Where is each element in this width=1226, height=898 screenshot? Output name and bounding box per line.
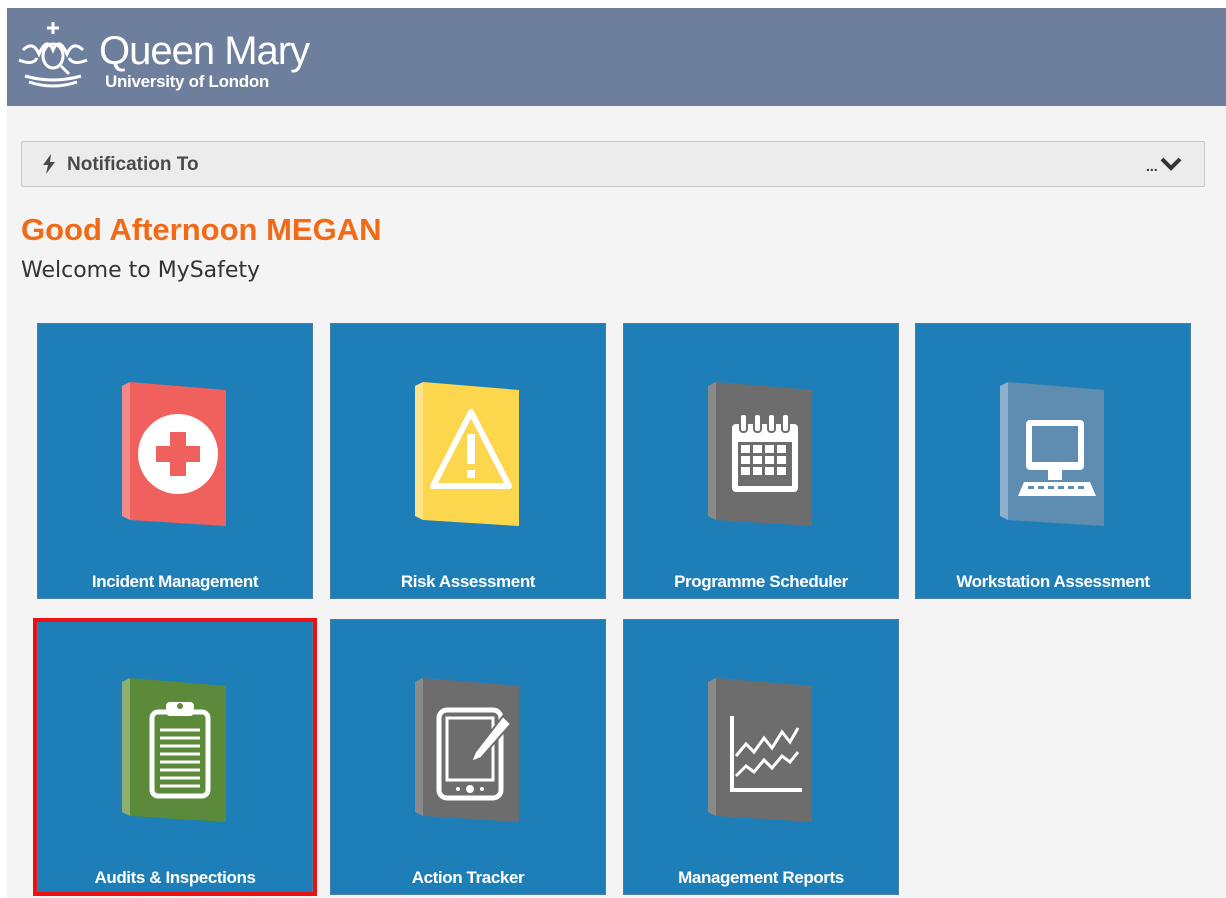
logo-name: Queen Mary [99,29,310,73]
notification-fade [202,148,302,182]
tile-incident-management[interactable]: Incident Management [37,323,313,599]
crown-icon [18,22,88,88]
tablet-pen-icon [415,678,519,822]
tile-label: Workstation Assessment [956,572,1150,591]
tile-label: Action Tracker [411,868,525,887]
main-content: Notification To ... Good Afternoon MEGAN… [7,106,1226,898]
app-header: Queen Mary University of London [7,8,1226,106]
line-chart-icon [708,678,812,822]
welcome-text: Welcome to MySafety [21,258,261,283]
tile-risk-assessment[interactable]: Risk Assessment [330,323,606,599]
tile-label: Risk Assessment [400,572,536,591]
calendar-icon [708,382,812,526]
tile-audits-inspections[interactable]: Audits & Inspections [37,619,313,895]
logo-subtitle: University of London [105,72,270,91]
tile-programme-scheduler[interactable]: Programme Scheduler [623,323,899,599]
chevron-down-icon [1160,157,1182,171]
first-aid-icon [122,382,226,526]
warning-icon [415,382,519,526]
notification-title: Notification To [67,154,199,175]
qmul-logo[interactable]: Queen Mary University of London [13,16,313,102]
computer-icon [1000,382,1104,526]
notification-toggle[interactable]: ... [1146,154,1186,176]
bolt-icon [42,154,56,179]
tile-label: Programme Scheduler [674,572,848,591]
tile-label: Audits & Inspections [94,868,256,887]
tile-workstation-assessment[interactable]: Workstation Assessment [915,323,1191,599]
tile-label: Management Reports [678,868,844,887]
tile-label: Incident Management [91,572,259,591]
greeting-title: Good Afternoon MEGAN [21,212,382,247]
notification-panel[interactable]: Notification To ... [21,141,1205,187]
tile-management-reports[interactable]: Management Reports [623,619,899,895]
tile-action-tracker[interactable]: Action Tracker [330,619,606,895]
more-indicator: ... [1146,158,1158,174]
clipboard-icon [122,678,226,822]
